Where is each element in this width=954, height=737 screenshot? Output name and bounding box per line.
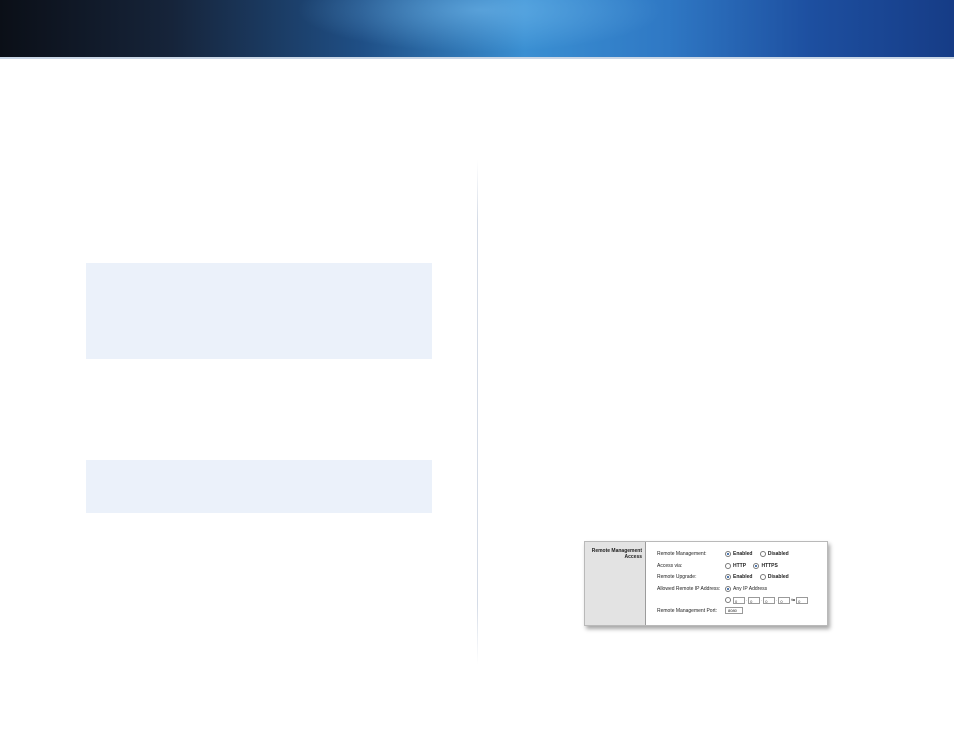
remote-upgrade-enabled-label: Enabled: [733, 574, 753, 580]
remote-management-panel: Remote Management Access Remote Manageme…: [584, 541, 828, 626]
allowed-ip-label: Allowed Remote IP Address:: [657, 586, 721, 592]
port-input[interactable]: 8080: [725, 607, 743, 615]
ip-range-end-input[interactable]: 0: [796, 596, 809, 604]
remote-management-label: Remote Management:: [657, 551, 707, 557]
remote-management-disabled-radio[interactable]: [759, 551, 766, 557]
ip-to-label: to: [791, 597, 796, 602]
any-ip-radio[interactable]: [725, 586, 731, 592]
access-http-radio[interactable]: [725, 563, 731, 569]
access-via-label: Access via:: [657, 563, 683, 569]
access-https-label: HTTPS: [761, 563, 778, 569]
remote-upgrade-disabled-label: Disabled: [767, 574, 789, 580]
any-ip-label: Any IP Address: [733, 586, 768, 592]
ip-octet-1-input[interactable]: 0: [733, 596, 745, 604]
port-label: Remote Management Port:: [657, 608, 718, 614]
remote-upgrade-disabled-radio[interactable]: [759, 574, 766, 580]
panel-sidebar: Remote Management Access: [585, 542, 646, 625]
ip-range-radio[interactable]: [725, 597, 731, 603]
remote-upgrade-enabled-radio[interactable]: [725, 574, 731, 580]
header-divider: [0, 57, 954, 59]
ip-octet-4-input[interactable]: 0: [778, 596, 791, 604]
header-banner: [0, 0, 954, 57]
column-divider: [477, 160, 478, 665]
ip-octet-3-input[interactable]: 0: [763, 596, 776, 604]
remote-management-enabled-label: Enabled: [733, 551, 753, 557]
note-box: [86, 460, 432, 513]
access-https-radio[interactable]: [753, 563, 760, 569]
section-title: Remote Management Access: [591, 548, 642, 560]
remote-management-disabled-label: Disabled: [767, 551, 789, 557]
ip-octet-2-input[interactable]: 0: [748, 596, 761, 604]
access-http-label: HTTP: [733, 563, 747, 569]
remote-management-enabled-radio[interactable]: [725, 551, 731, 557]
remote-upgrade-label: Remote Upgrade:: [657, 574, 697, 580]
note-box: [86, 263, 432, 359]
